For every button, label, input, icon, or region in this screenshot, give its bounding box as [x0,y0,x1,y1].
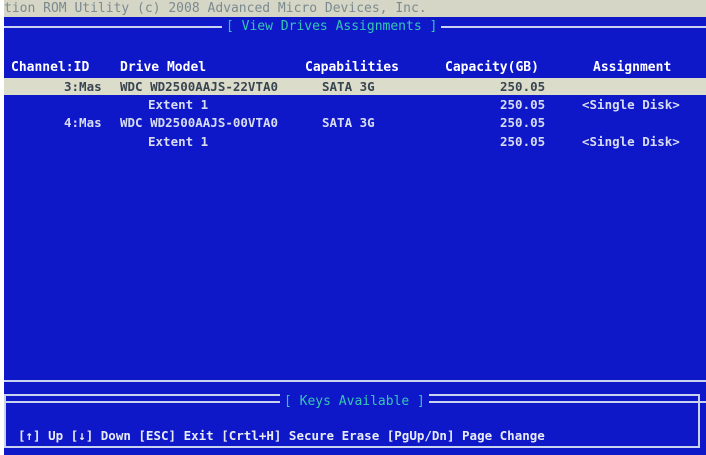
drive-row-3-selected[interactable]: 3:Mas WDC WD2500AAJS-22VTA0 SATA 3G 250.… [4,78,706,95]
section-title: [ View Drives Assignments ] [222,19,442,35]
row-extent-label: Extent 1 [148,134,209,149]
row-capacity: 250.05 [500,115,546,130]
row-capacity: 250.05 [500,79,546,94]
extent-row-4[interactable]: Extent 1 250.05 <Single Disk> [4,133,706,150]
title-bar: tion ROM Utility (c) 2008 Advanced Micro… [4,0,706,17]
row-channel: 3:Mas [64,79,102,94]
extent-row-3[interactable]: Extent 1 250.05 <Single Disk> [4,96,706,113]
row-capacity: 250.05 [500,97,546,112]
column-header-drive-model: Drive Model [120,60,207,75]
row-channel: 4:Mas [64,115,102,130]
row-assignment: <Single Disk> [582,97,680,112]
list-bottom-divider [4,380,706,382]
row-capabilities: SATA 3G [322,115,375,130]
row-assignment: <Single Disk> [582,134,680,149]
keys-title: [ Keys Available ] [280,394,429,410]
column-header-channel: Channel:ID [11,60,90,75]
bios-screen: tion ROM Utility (c) 2008 Advanced Micro… [4,0,706,455]
row-capabilities: SATA 3G [322,79,375,94]
column-header-capacity: Capacity(GB) [445,60,539,75]
drive-row-4[interactable]: 4:Mas WDC WD2500AAJS-00VTA0 SATA 3G 250.… [4,114,706,131]
column-header-capabilities: Capabilities [305,60,399,75]
row-capacity: 250.05 [500,134,546,149]
keys-help-line: [↑] Up [↓] Down [ESC] Exit [Crtl+H] Secu… [18,428,545,443]
row-drive-model: WDC WD2500AAJS-22VTA0 [120,79,279,94]
column-header-assignment: Assignment [593,60,672,75]
row-drive-model: WDC WD2500AAJS-00VTA0 [120,115,279,130]
title-text: tion ROM Utility (c) 2008 Advanced Micro… [4,1,427,16]
row-extent-label: Extent 1 [148,97,209,112]
